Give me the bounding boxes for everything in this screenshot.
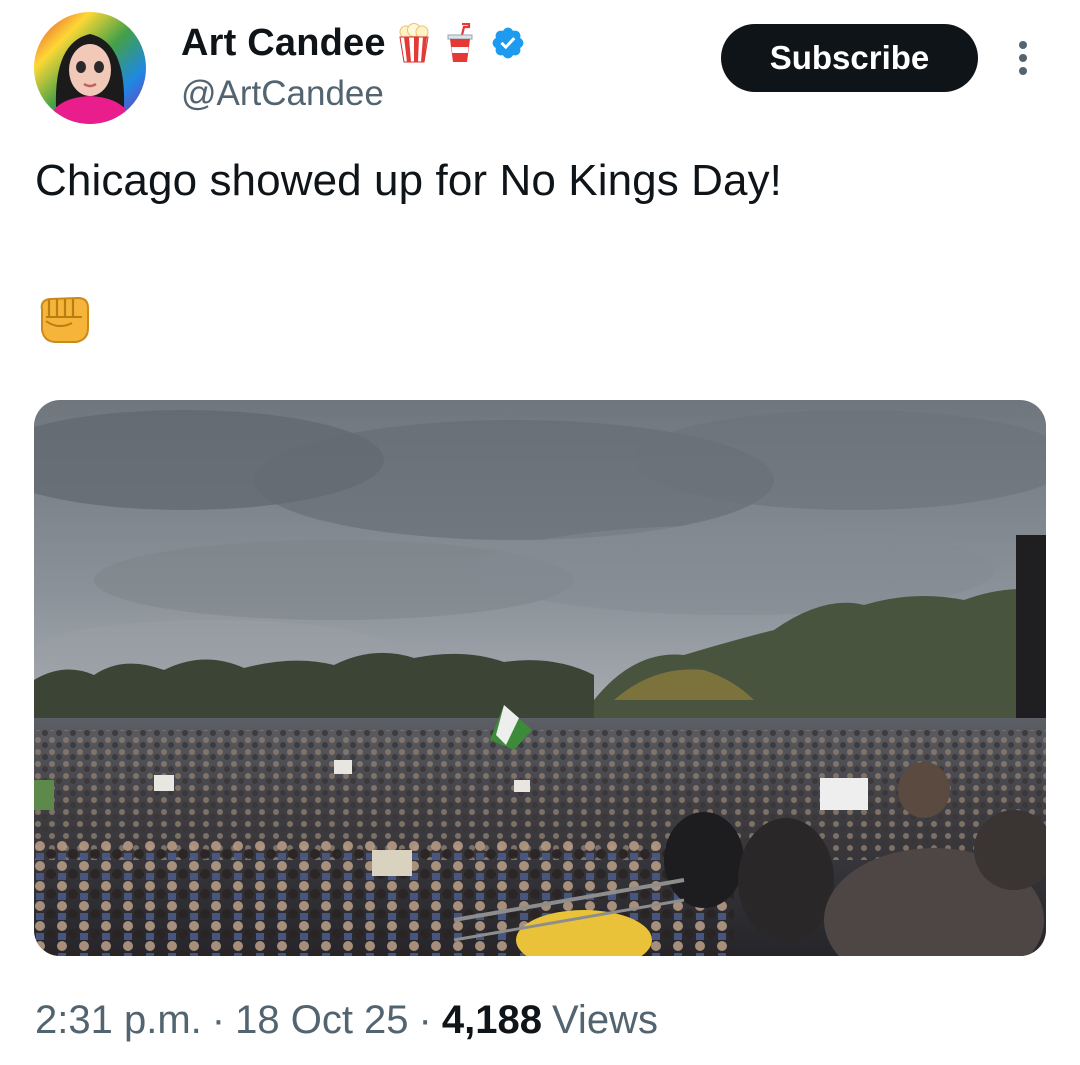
tweet-date[interactable]: 18 Oct 25 (235, 998, 408, 1043)
popcorn-icon (396, 23, 432, 63)
views-label: Views (551, 998, 658, 1042)
avatar-image (34, 12, 146, 124)
meta-separator: · (211, 998, 226, 1042)
author-display-name[interactable]: Art Candee (181, 22, 386, 65)
verified-badge-icon[interactable] (490, 25, 526, 61)
crowd-photo (34, 400, 1046, 956)
avatar[interactable] (34, 12, 146, 124)
author-handle[interactable]: @ArtCandee (181, 74, 384, 114)
soda-cup-icon (442, 22, 478, 63)
subscribe-button[interactable]: Subscribe (721, 24, 978, 92)
views-count[interactable]: 4,188 (442, 998, 542, 1043)
tweet-time[interactable]: 2:31 p.m. (35, 998, 202, 1043)
meta-separator: · (418, 998, 432, 1042)
tweet-text: Chicago showed up for No Kings Day! (35, 156, 783, 205)
more-vertical-icon[interactable] (1010, 38, 1036, 80)
fist-icon (36, 292, 92, 346)
tweet-meta: 2:31 p.m. · 18 Oct 25 · 4,188 Views (35, 998, 658, 1043)
tweet-video[interactable] (34, 400, 1046, 956)
author-name-row: Art Candee (181, 18, 526, 68)
